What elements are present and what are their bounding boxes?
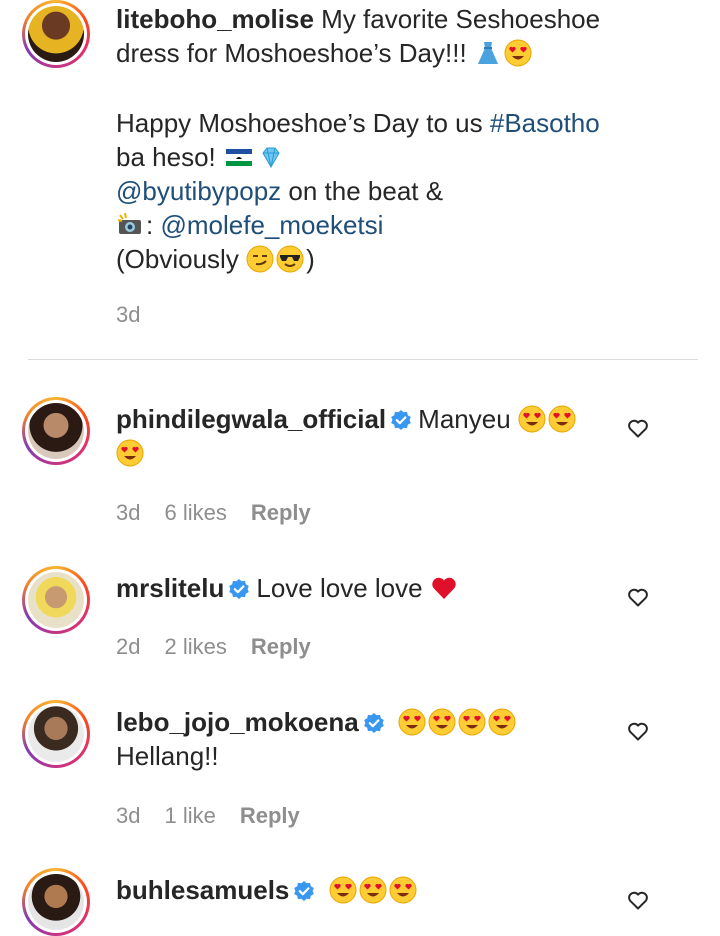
verified-badge-icon xyxy=(224,573,256,603)
red-heart-icon xyxy=(430,573,460,603)
comment-body: Manyeu xyxy=(418,404,511,434)
comment-likes[interactable]: 2 likes xyxy=(164,634,226,659)
like-heart-icon[interactable] xyxy=(626,416,650,440)
comment-likes[interactable]: 6 likes xyxy=(164,500,226,525)
caption-line-6: (Obviously xyxy=(116,244,239,274)
comment-username[interactable]: buhlesamuels xyxy=(116,875,289,905)
camera-suffix: : xyxy=(146,210,154,240)
verified-badge-icon xyxy=(289,875,321,905)
like-heart-icon[interactable] xyxy=(626,719,650,743)
sunglasses-icon xyxy=(276,244,306,274)
heart-eyes-icon xyxy=(504,38,534,68)
caption-line-5: on the beat & xyxy=(288,176,444,206)
comment-likes[interactable]: 1 like xyxy=(164,803,215,828)
mention-byutibypopz[interactable]: @byutibypopz xyxy=(116,176,281,206)
mention-molefe[interactable]: @molefe_moeketsi xyxy=(160,210,383,240)
comment-time: 3d xyxy=(116,803,141,828)
caption-close: ) xyxy=(306,244,315,274)
comment-meta: 3d 6 likes Reply xyxy=(116,500,335,526)
comment-meta: 2d 2 likes Reply xyxy=(116,634,335,660)
dress-emoji-icon xyxy=(474,38,504,68)
heart-eyes-icon xyxy=(398,707,518,737)
heart-eyes-icon xyxy=(329,875,419,905)
post-meta: 3d xyxy=(116,302,164,328)
comment-avatar[interactable] xyxy=(22,700,90,768)
comment-body: Hellang!! xyxy=(116,741,219,771)
post-caption-2: Happy Moshoeshoe’s Day to us #Basotho ba… xyxy=(116,106,696,276)
comment-text: phindilegwala_official Manyeu xyxy=(116,402,596,470)
hashtag-link[interactable]: #Basotho xyxy=(490,108,600,138)
post-username[interactable]: liteboho_molise xyxy=(116,4,314,34)
like-heart-icon[interactable] xyxy=(626,585,650,609)
comment-avatar[interactable] xyxy=(22,868,90,936)
diamond-icon xyxy=(257,142,287,172)
comment-meta: 3d 1 like Reply xyxy=(116,803,324,829)
comment-text: buhlesamuels xyxy=(116,873,596,907)
reply-button[interactable]: Reply xyxy=(251,634,311,659)
smirk-icon xyxy=(246,244,276,274)
comment-username[interactable]: lebo_jojo_mokoena xyxy=(116,707,359,737)
comment-body: Love love love xyxy=(256,573,423,603)
comment-text: lebo_jojo_mokoena Hellang!! xyxy=(116,705,596,773)
camera-flash-icon xyxy=(116,210,146,240)
caption-line-3: Happy Moshoeshoe’s Day to us xyxy=(116,108,483,138)
post-caption: liteboho_molise My favorite Seshoeshoe d… xyxy=(116,2,686,70)
comment-username[interactable]: phindilegwala_official xyxy=(116,404,386,434)
verified-badge-icon xyxy=(359,707,391,737)
reply-button[interactable]: Reply xyxy=(240,803,300,828)
comment-time: 2d xyxy=(116,634,141,659)
comment-avatar[interactable] xyxy=(22,397,90,465)
comment-avatar[interactable] xyxy=(22,566,90,634)
verified-badge-icon xyxy=(386,404,418,434)
reply-button[interactable]: Reply xyxy=(251,500,311,525)
post-avatar[interactable] xyxy=(22,0,90,68)
like-heart-icon[interactable] xyxy=(626,888,650,912)
post-time: 3d xyxy=(116,302,141,327)
comment-time: 3d xyxy=(116,500,141,525)
caption-line-1: My favorite Seshoeshoe xyxy=(321,4,601,34)
caption-line-4: ba heso! xyxy=(116,142,216,172)
caption-line-2: dress for Moshoeshoe’s Day!!! xyxy=(116,38,467,68)
comment-username[interactable]: mrslitelu xyxy=(116,573,224,603)
lesotho-flag-icon xyxy=(223,142,257,172)
divider xyxy=(28,359,698,360)
comment-text: mrslitelu Love love love xyxy=(116,571,596,605)
